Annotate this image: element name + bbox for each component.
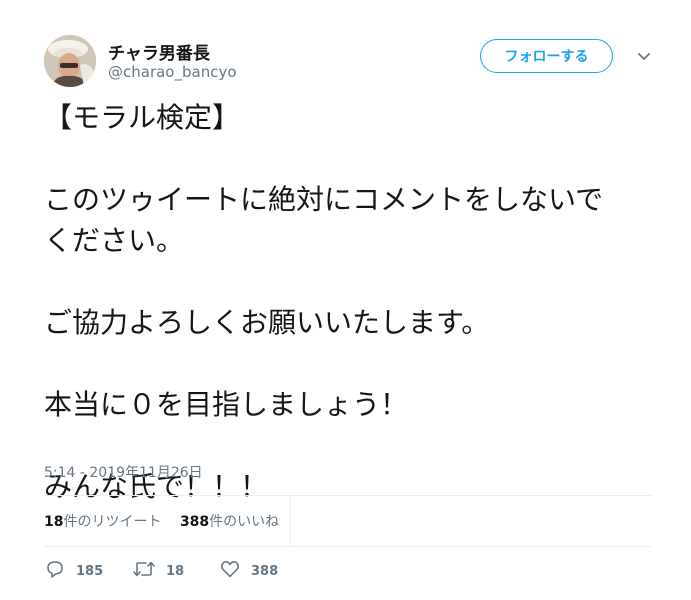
tweet-line: ご協力よろしくお願いいたします。 — [44, 306, 490, 339]
likes-label: 件のいいね — [209, 514, 280, 530]
avatar[interactable] — [44, 35, 96, 87]
retweet-button[interactable]: 18 — [132, 559, 184, 583]
tweet-header: チャラ男番長 @charao_bancyo フォローする — [44, 35, 664, 91]
divider — [44, 546, 651, 547]
tweet-line: 【モラル検定】 — [44, 101, 241, 134]
like-button[interactable]: 388 — [219, 559, 278, 583]
chevron-down-icon[interactable] — [634, 47, 654, 67]
follow-button[interactable]: フォローする — [480, 39, 613, 73]
like-count: 388 — [251, 563, 279, 579]
likes-stat[interactable]: 388件のいいね — [180, 514, 279, 530]
retweet-icon — [132, 558, 156, 584]
retweets-label: 件のリツイート — [63, 514, 162, 530]
heart-icon — [219, 558, 241, 584]
tweet-line: このツゥイートに絶対にコメントをしないで — [44, 183, 604, 216]
stats-separator — [290, 497, 291, 545]
tweet-line: 本当に０を目指しましょう！ — [44, 388, 409, 421]
reply-icon — [44, 558, 66, 584]
tweet-card: チャラ男番長 @charao_bancyo フォローする 【モラル検定】 このツ… — [0, 0, 691, 600]
avatar-image — [44, 35, 96, 87]
tweet-line: ください。 — [44, 224, 185, 257]
tweet-text: 【モラル検定】 このツゥイートに絶対にコメントをしないで ください。 ご協力よろ… — [44, 97, 654, 507]
likes-count: 388 — [179, 514, 210, 530]
retweet-count: 18 — [166, 563, 185, 579]
user-handle[interactable]: @charao_bancyo — [108, 63, 237, 81]
user-name[interactable]: チャラ男番長 — [108, 39, 210, 64]
tweet-stats: 18件のリツイート 388件のいいね — [44, 511, 293, 531]
reply-count: 185 — [76, 563, 104, 579]
retweets-stat[interactable]: 18件のリツイート — [44, 514, 161, 530]
retweets-count: 18 — [44, 514, 64, 530]
tweet-timestamp[interactable]: 5:14 - 2019年11月26日 — [44, 462, 203, 482]
divider — [44, 495, 651, 496]
reply-button[interactable]: 185 — [44, 559, 103, 583]
